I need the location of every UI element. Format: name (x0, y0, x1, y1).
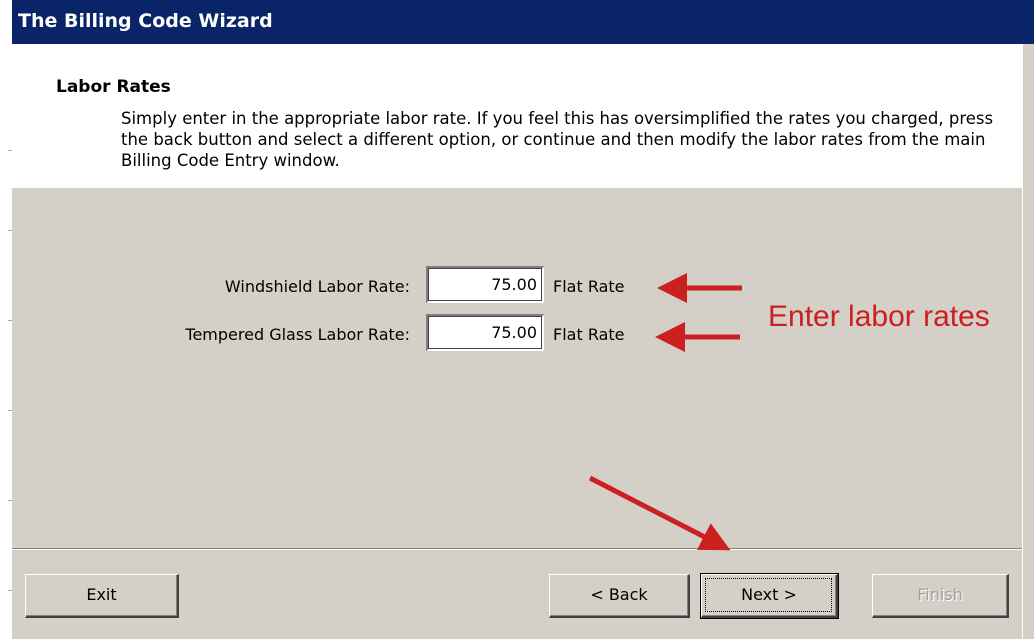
next-button[interactable]: Next > (700, 573, 839, 619)
button-bar-divider-highlight (12, 549, 1022, 550)
background-strip (0, 0, 12, 639)
windshield-rate-suffix: Flat Rate (553, 277, 625, 296)
annotation-text: Enter labor rates (768, 300, 990, 333)
header-panel: Labor Rates Simply enter in the appropri… (12, 44, 1022, 188)
tempered-rate-suffix: Flat Rate (553, 325, 625, 344)
page-description: Simply enter in the appropriate labor ra… (121, 109, 994, 170)
back-button[interactable]: < Back (549, 574, 690, 618)
page-title: Labor Rates (56, 77, 171, 97)
exit-button[interactable]: Exit (25, 574, 179, 618)
window-edge (1022, 44, 1034, 639)
windshield-rate-input[interactable]: 75.00 (426, 266, 544, 303)
exit-button-label: Exit (86, 585, 117, 604)
windshield-rate-label: Windshield Labor Rate: (224, 277, 410, 296)
tempered-rate-input[interactable]: 75.00 (426, 314, 544, 351)
finish-button[interactable]: Finish (872, 574, 1009, 618)
window-title: The Billing Code Wizard (12, 0, 1034, 44)
back-button-label: < Back (590, 585, 648, 604)
tempered-rate-label: Tempered Glass Labor Rate: (185, 325, 410, 344)
focus-rectangle (705, 578, 832, 612)
finish-button-label: Finish (917, 585, 963, 604)
